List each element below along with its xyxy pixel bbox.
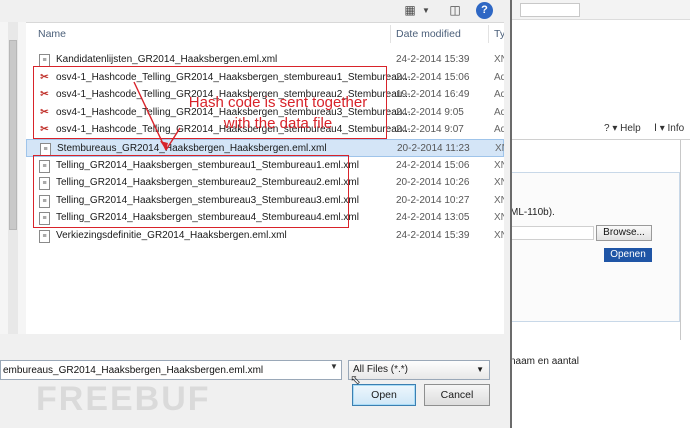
chevron-down-icon[interactable]: ▼ — [420, 2, 432, 19]
data-files-highlight — [33, 155, 349, 228]
column-divider[interactable] — [390, 25, 391, 43]
file-type: XN — [494, 230, 504, 241]
watermark-logo: FREEBUF — [36, 380, 211, 418]
open-button[interactable]: Open — [352, 384, 416, 406]
help-icon[interactable]: ? — [476, 2, 493, 19]
file-type: Ad — [494, 124, 504, 136]
file-date-modified: 19-2-2014 16:49 — [396, 89, 470, 101]
preview-pane-icon[interactable]: ◫ — [446, 2, 464, 19]
file-date-modified: 24-2-2014 9:05 — [396, 106, 464, 118]
filename-input[interactable] — [0, 360, 342, 380]
file-row[interactable]: ≡ Verkiezingsdefinitie_GR2014_Haaksbergen… — [26, 227, 504, 245]
file-type: Ad — [494, 89, 504, 101]
file-date-modified: 24-2-2014 15:39 — [396, 54, 470, 65]
file-date-modified: 24-2-2014 15:06 — [396, 71, 470, 83]
file-type: XN — [494, 177, 504, 189]
column-header-date-modified[interactable]: Date modified — [396, 23, 461, 45]
file-date-modified: 24-2-2014 15:06 — [396, 159, 470, 171]
annotation-line-1: Hash code is sent together — [188, 94, 368, 111]
file-name: Kandidatenlijsten_GR2014_Haaksbergen.eml… — [56, 54, 278, 65]
background-help-bar: ? ▾ Help Ⅰ ▾ Info — [510, 118, 690, 140]
column-header-type[interactable]: Ty — [494, 23, 504, 45]
file-type-select[interactable]: All Files (*.*) ▼ — [348, 360, 490, 380]
file-type: XN — [494, 54, 504, 65]
xml-file-icon: ≡ — [39, 230, 50, 243]
navigation-pane — [0, 22, 26, 334]
file-date-modified: 24-2-2014 9:07 — [396, 124, 464, 136]
file-date-modified: 20-2-2014 11:23 — [397, 143, 470, 154]
file-date-modified: 20-2-2014 10:26 — [396, 177, 470, 189]
file-type: XN — [494, 212, 504, 224]
scrollbar-thumb[interactable] — [9, 40, 17, 230]
background-app-window: ? ▾ Help Ⅰ ▾ Info ML-110b). Browse... Op… — [510, 0, 690, 428]
annotation-line-2: with the data file — [223, 115, 333, 132]
file-name: Stembureaus_GR2014_Haaksbergen_Haaksberg… — [57, 143, 327, 154]
chevron-down-icon: ▼ — [476, 365, 484, 374]
mouse-cursor-icon: ⬁ — [350, 372, 361, 387]
file-date-modified: 24-2-2014 13:05 — [396, 212, 470, 224]
help-menu[interactable]: ? ▾ Help — [604, 123, 641, 134]
cancel-button[interactable]: Cancel — [424, 384, 490, 406]
view-icon[interactable]: ▦ — [401, 2, 419, 19]
background-file-field[interactable] — [510, 226, 594, 240]
file-type-value: All Files (*.*) — [353, 364, 409, 375]
column-header-name[interactable]: Name — [38, 23, 66, 45]
file-type: Ad — [494, 106, 504, 118]
openen-button[interactable]: Openen — [604, 248, 652, 262]
annotation-label: Hash code is sent together with the data… — [162, 92, 394, 134]
chevron-down-icon[interactable]: ▼ — [330, 362, 338, 371]
file-date-modified: 20-2-2014 10:27 — [396, 194, 470, 206]
file-type: XN — [495, 143, 504, 154]
background-form-panel — [510, 172, 680, 322]
background-divider — [680, 140, 681, 340]
file-type: Ad — [494, 71, 504, 83]
dialog-toolbar: ▦ ▼ ◫ ? — [0, 0, 510, 22]
browse-button[interactable]: Browse... — [596, 225, 652, 241]
file-name: Verkiezingsdefinitie_GR2014_Haaksbergen.… — [56, 230, 287, 241]
background-form-text: ML-110b). — [510, 207, 555, 218]
file-type: XN — [494, 194, 504, 206]
background-app-topbar — [510, 0, 690, 20]
info-menu[interactable]: Ⅰ ▾ Info — [654, 123, 684, 134]
file-type: XN — [494, 159, 504, 171]
background-address-box — [520, 3, 580, 17]
file-row[interactable]: ≡ Stembureaus_GR2014_Haaksbergen_Haaksber… — [26, 139, 504, 157]
file-date-modified: 24-2-2014 15:39 — [396, 230, 470, 241]
background-naam-text: naam en aantal — [510, 356, 579, 367]
column-divider[interactable] — [488, 25, 489, 43]
